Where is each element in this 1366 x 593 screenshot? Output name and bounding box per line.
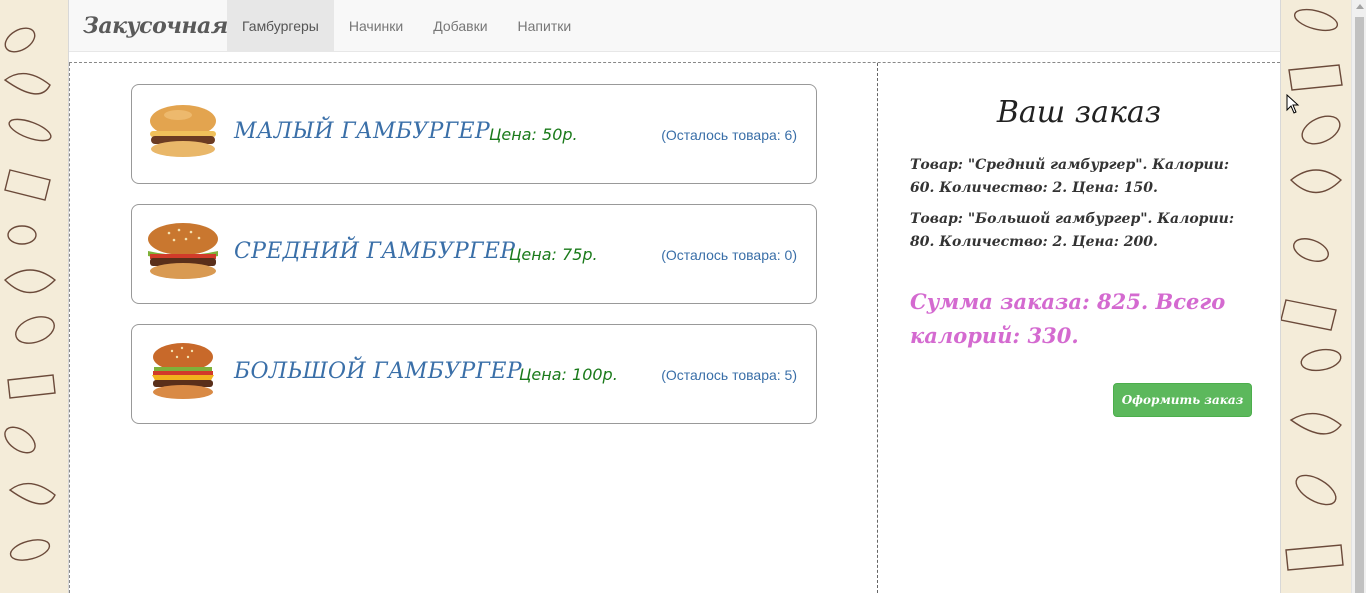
product-list: МАЛЫЙ ГАМБУРГЕР Цена: 50р. (Осталось тов… bbox=[69, 63, 878, 593]
product-stock: (Осталось товара: 0) bbox=[661, 247, 797, 263]
nav-item-drinks[interactable]: Напитки bbox=[503, 0, 587, 51]
food-pattern-left bbox=[0, 0, 68, 593]
small-burger-image bbox=[150, 105, 216, 157]
product-stock: (Осталось товара: 5) bbox=[661, 367, 797, 383]
food-pattern-right bbox=[1281, 0, 1351, 593]
scrollbar-thumb[interactable] bbox=[1355, 17, 1364, 593]
mouse-cursor-icon bbox=[1286, 94, 1300, 114]
big-burger-image bbox=[152, 343, 214, 399]
product-price: Цена: 100р. bbox=[519, 365, 618, 384]
product-card-medium[interactable]: СРЕДНИЙ ГАМБУРГЕР Цена: 75р. (Осталось т… bbox=[131, 204, 817, 304]
product-card-small[interactable]: МАЛЫЙ ГАМБУРГЕР Цена: 50р. (Осталось тов… bbox=[131, 84, 817, 184]
order-line-item: Товар: "Средний гамбургер". Калории: 60.… bbox=[910, 157, 1230, 196]
order-line-item: Товар: "Большой гамбургер". Калории: 80.… bbox=[910, 211, 1234, 250]
product-name: СРЕДНИЙ ГАМБУРГЕР bbox=[234, 239, 516, 264]
scroll-up-arrow-icon[interactable] bbox=[1356, 4, 1364, 9]
vertical-scrollbar[interactable] bbox=[1351, 0, 1366, 593]
product-stock: (Осталось товара: 6) bbox=[661, 127, 797, 143]
product-price: Цена: 75р. bbox=[509, 245, 598, 264]
product-name: БОЛЬШОЙ ГАМБУРГЕР bbox=[234, 359, 522, 384]
nav-item-burgers[interactable]: Гамбургеры bbox=[227, 0, 334, 51]
brand-logo[interactable]: Закусочная bbox=[69, 0, 228, 51]
navbar: Закусочная Гамбургеры Начинки Добавки На… bbox=[69, 0, 1280, 52]
product-name: МАЛЫЙ ГАМБУРГЕР bbox=[234, 119, 490, 144]
medium-burger-image bbox=[148, 223, 218, 279]
product-card-big[interactable]: БОЛЬШОЙ ГАМБУРГЕР Цена: 100р. (Осталось … bbox=[131, 324, 817, 424]
order-title: Ваш заказ bbox=[996, 95, 1162, 130]
page-container: Закусочная Гамбургеры Начинки Добавки На… bbox=[68, 0, 1281, 593]
checkout-button[interactable]: Оформить заказ bbox=[1113, 383, 1252, 417]
order-summary: Сумма заказа: 825. Всего калорий: 330. bbox=[910, 289, 1226, 348]
product-price: Цена: 50р. bbox=[489, 125, 578, 144]
content-area: МАЛЫЙ ГАМБУРГЕР Цена: 50р. (Осталось тов… bbox=[69, 62, 1280, 593]
order-panel: Ваш заказ Товар: "Средний гамбургер". Ка… bbox=[878, 63, 1280, 593]
nav-item-fillings[interactable]: Начинки bbox=[334, 0, 418, 51]
nav-item-additions[interactable]: Добавки bbox=[418, 0, 502, 51]
